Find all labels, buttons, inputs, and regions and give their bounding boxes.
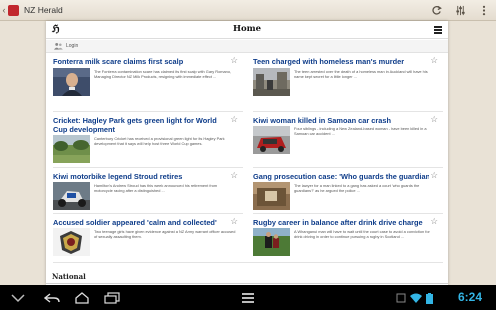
page-title: Home bbox=[232, 24, 262, 34]
article-thumbnail[interactable] bbox=[253, 126, 290, 154]
refresh-icon bbox=[431, 5, 442, 15]
star-icon[interactable]: ☆ bbox=[430, 217, 438, 226]
article-item[interactable]: Rugby career in balance after drink driv… bbox=[246, 216, 442, 272]
article-item[interactable]: Kiwi woman killed in Samoan car crash ☆ … bbox=[246, 114, 442, 170]
section-divider bbox=[46, 283, 448, 284]
article-thumbnail[interactable] bbox=[53, 182, 90, 210]
divider bbox=[53, 167, 243, 168]
wifi-icon bbox=[410, 293, 422, 303]
star-icon[interactable]: ☆ bbox=[230, 217, 238, 226]
status-clock: 6:24 bbox=[457, 290, 482, 304]
settings-button[interactable] bbox=[448, 0, 472, 21]
app-title: NZ Herald bbox=[24, 5, 63, 15]
hamburger-menu-icon[interactable] bbox=[434, 26, 442, 34]
refresh-button[interactable] bbox=[424, 0, 448, 21]
login-link[interactable]: Login bbox=[66, 43, 78, 49]
article-thumbnail[interactable] bbox=[53, 68, 90, 96]
app-logo[interactable] bbox=[8, 4, 19, 16]
divider bbox=[53, 111, 243, 112]
article-thumbnail[interactable] bbox=[253, 182, 290, 210]
overflow-menu-icon bbox=[482, 5, 486, 16]
star-icon[interactable]: ☆ bbox=[230, 56, 238, 65]
star-icon[interactable]: ☆ bbox=[230, 171, 238, 180]
hide-keyboard-button[interactable] bbox=[5, 291, 31, 304]
menu-button[interactable] bbox=[228, 291, 268, 304]
recent-apps-icon bbox=[104, 291, 120, 304]
up-arrow-icon[interactable]: ‹ bbox=[0, 0, 8, 21]
article-item[interactable]: Cricket: Hagley Park gets green light fo… bbox=[46, 114, 242, 170]
divider bbox=[53, 213, 243, 214]
divider bbox=[253, 167, 443, 168]
settings-sliders-icon bbox=[455, 5, 465, 16]
battery-icon bbox=[426, 293, 433, 304]
article-title[interactable]: Fonterra milk scare claims first scalp bbox=[53, 57, 229, 66]
article-summary: Four siblings - including a New Zealand-… bbox=[294, 126, 427, 136]
menu-dots-icon bbox=[242, 292, 254, 303]
recent-apps-button[interactable] bbox=[100, 291, 124, 304]
action-bar: ‹ NZ Herald bbox=[0, 0, 496, 21]
star-icon[interactable]: ☆ bbox=[230, 115, 238, 124]
article-title[interactable]: Teen charged with homeless man's murder bbox=[253, 57, 429, 66]
notification-icon[interactable] bbox=[396, 293, 406, 303]
article-title[interactable]: Accused soldier appeared 'calm and colle… bbox=[53, 218, 229, 227]
divider bbox=[53, 262, 443, 263]
article-item[interactable]: Teen charged with homeless man's murder … bbox=[246, 55, 442, 111]
article-summary: The lawyer for a man linked to a gang ha… bbox=[294, 183, 420, 193]
divider bbox=[253, 213, 443, 214]
article-item[interactable]: Fonterra milk scare claims first scalp ☆… bbox=[46, 55, 242, 111]
article-thumbnail[interactable] bbox=[53, 135, 90, 163]
chevron-down-icon bbox=[11, 293, 25, 302]
article-summary: The Fonterra contamination scare has cla… bbox=[94, 69, 232, 79]
article-item[interactable]: Accused soldier appeared 'calm and colle… bbox=[46, 216, 242, 272]
article-thumbnail[interactable] bbox=[253, 68, 290, 96]
article-thumbnail[interactable] bbox=[253, 228, 290, 256]
system-navigation-bar: 6:24 bbox=[0, 285, 496, 310]
article-title[interactable]: Kiwi woman killed in Samoan car crash bbox=[253, 116, 429, 125]
article-summary: A Whanganui man will have to wait until … bbox=[294, 229, 430, 239]
overflow-menu-button[interactable] bbox=[472, 0, 496, 21]
article-summary: The teen arrested over the death of a ho… bbox=[294, 69, 428, 79]
article-title[interactable]: Kiwi motorbike legend Stroud retires bbox=[53, 172, 229, 181]
back-arrow-icon bbox=[44, 292, 60, 303]
article-thumbnail[interactable] bbox=[53, 228, 90, 256]
article-summary: Two teenage girls have given evidence ag… bbox=[94, 229, 236, 239]
card-header: ℌ Home bbox=[46, 21, 448, 39]
article-title[interactable]: Cricket: Hagley Park gets green light fo… bbox=[53, 116, 229, 134]
star-icon[interactable]: ☆ bbox=[430, 56, 438, 65]
divider bbox=[253, 111, 443, 112]
user-group-icon bbox=[54, 42, 63, 50]
star-icon[interactable]: ☆ bbox=[430, 115, 438, 124]
star-icon[interactable]: ☆ bbox=[430, 171, 438, 180]
article-title[interactable]: Gang prosecution case: 'Who guards the g… bbox=[253, 172, 429, 181]
home-icon bbox=[75, 291, 89, 304]
back-button[interactable] bbox=[40, 291, 64, 304]
article-summary: Canterbury Cricket has received a provis… bbox=[94, 136, 225, 146]
home-button[interactable] bbox=[70, 291, 94, 304]
article-summary: Hamilton's Andrew Stroud has this week a… bbox=[94, 183, 218, 193]
section-header-national[interactable]: National bbox=[52, 272, 86, 281]
article-title[interactable]: Rugby career in balance after drink driv… bbox=[253, 218, 429, 227]
login-bar[interactable]: Login bbox=[46, 40, 448, 53]
